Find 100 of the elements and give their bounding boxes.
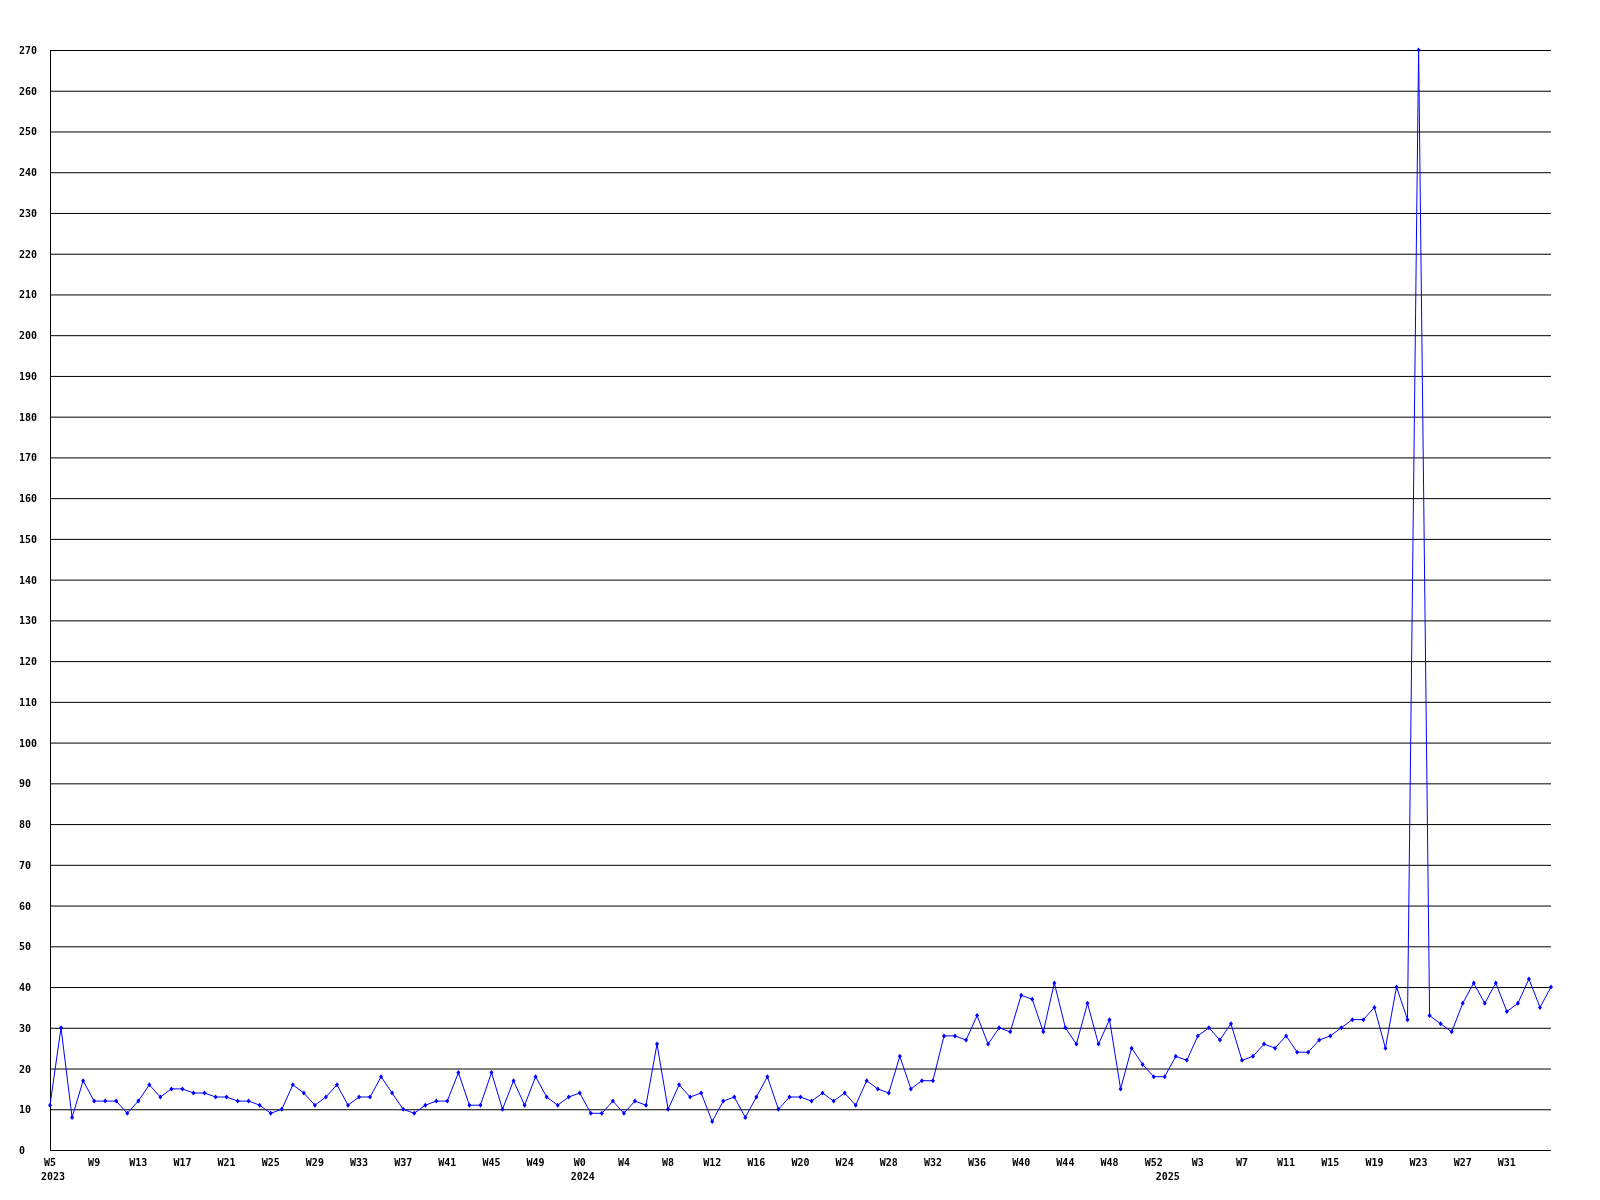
data-point (1184, 1057, 1189, 1063)
x-axis-label: W9 (88, 1157, 101, 1168)
year-label: 2024 (570, 1171, 595, 1182)
data-point (1019, 992, 1024, 998)
data-point (290, 1082, 295, 1088)
x-axis-label: W15 (1321, 1157, 1340, 1168)
data-point (1449, 1029, 1454, 1035)
data-point (544, 1094, 549, 1100)
data-point (279, 1106, 284, 1112)
y-axis-label: 60 (19, 900, 32, 912)
y-axis-label: 120 (19, 656, 38, 668)
y-axis-label: 140 (19, 574, 38, 586)
x-axis-label: W24 (835, 1157, 854, 1168)
y-axis-label: 210 (19, 289, 38, 301)
x-axis-label: W37 (394, 1157, 413, 1168)
data-point (500, 1106, 505, 1112)
data-point (467, 1102, 472, 1108)
data-point (1295, 1049, 1300, 1055)
data-point (743, 1114, 748, 1120)
y-axis-label: 30 (19, 1022, 32, 1034)
data-point (610, 1098, 615, 1104)
x-axis-label: W36 (968, 1157, 987, 1168)
data-point (864, 1078, 869, 1084)
data-point (1284, 1033, 1289, 1039)
y-axis-label: 90 (19, 778, 32, 790)
x-axis-label: W7 (1235, 1157, 1248, 1168)
data-point (842, 1090, 847, 1096)
data-point (92, 1098, 97, 1104)
data-point (334, 1082, 339, 1088)
data-point (357, 1094, 362, 1100)
x-axis-label: W44 (1056, 1157, 1075, 1168)
y-axis-label: 70 (19, 859, 32, 871)
x-axis-label: W4 (617, 1157, 630, 1168)
data-point (721, 1098, 726, 1104)
data-point (919, 1078, 924, 1084)
x-axis-label: W17 (173, 1157, 192, 1168)
x-axis-label: W48 (1100, 1157, 1119, 1168)
data-point (765, 1074, 770, 1080)
data-point (1085, 1000, 1090, 1006)
data-point (1052, 980, 1057, 986)
x-axis-label: W29 (305, 1157, 324, 1168)
data-point (1438, 1021, 1443, 1027)
data-point (1306, 1049, 1311, 1055)
data-point (1151, 1074, 1156, 1080)
data-point (1063, 1025, 1068, 1031)
data-point (147, 1082, 152, 1088)
data-point (1096, 1041, 1101, 1047)
y-axis-label: 150 (19, 533, 38, 545)
data-point (632, 1098, 637, 1104)
x-axis-label: W52 (1144, 1157, 1163, 1168)
data-point (1030, 996, 1035, 1002)
x-axis-label: W45 (482, 1157, 501, 1168)
x-axis-label: W16 (747, 1157, 766, 1168)
data-point (1361, 1017, 1366, 1023)
x-axis-label: W21 (217, 1157, 236, 1168)
data-point (224, 1094, 229, 1100)
data-point (754, 1094, 759, 1100)
data-point (301, 1090, 306, 1096)
data-point (1526, 976, 1531, 982)
data-point (930, 1078, 935, 1084)
data-point (566, 1094, 571, 1100)
data-point (875, 1086, 880, 1092)
year-label: 2025 (1155, 1171, 1180, 1182)
y-axis-label: 270 (19, 45, 38, 56)
data-point (533, 1074, 538, 1080)
data-point (997, 1025, 1002, 1031)
y-axis-label: 40 (19, 982, 32, 994)
data-point (81, 1078, 86, 1084)
data-point (103, 1098, 108, 1104)
data-point (655, 1041, 659, 1047)
data-point (798, 1094, 803, 1100)
data-point (1383, 1045, 1388, 1051)
y-axis-label: 170 (19, 452, 38, 464)
x-axis-label: W8 (662, 1157, 675, 1168)
data-point (114, 1098, 119, 1104)
x-axis-label: W3 (1191, 1157, 1204, 1168)
data-point (456, 1070, 461, 1076)
data-point (445, 1098, 450, 1104)
y-axis-label: 130 (19, 615, 38, 627)
data-point (478, 1102, 483, 1108)
x-axis-label: W49 (526, 1157, 545, 1168)
data-point (699, 1090, 704, 1096)
x-axis-label: W11 (1277, 1157, 1296, 1168)
data-point (1372, 1004, 1377, 1010)
data-point (191, 1090, 196, 1096)
y-axis-label: 230 (19, 207, 38, 219)
y-axis-label: 240 (19, 167, 38, 179)
data-point (1195, 1033, 1200, 1039)
data-point (1405, 1017, 1410, 1023)
x-axis-label: W40 (1012, 1157, 1031, 1168)
data-point (346, 1102, 350, 1108)
x-axis-label: W28 (879, 1157, 898, 1168)
data-point (787, 1094, 792, 1100)
data-point (644, 1102, 648, 1108)
data-point (412, 1110, 417, 1116)
x-axis-label: W27 (1453, 1157, 1472, 1168)
data-point (820, 1090, 825, 1096)
x-axis-label: W13 (129, 1157, 148, 1168)
y-axis-label: 100 (19, 737, 38, 749)
data-point (202, 1090, 207, 1096)
